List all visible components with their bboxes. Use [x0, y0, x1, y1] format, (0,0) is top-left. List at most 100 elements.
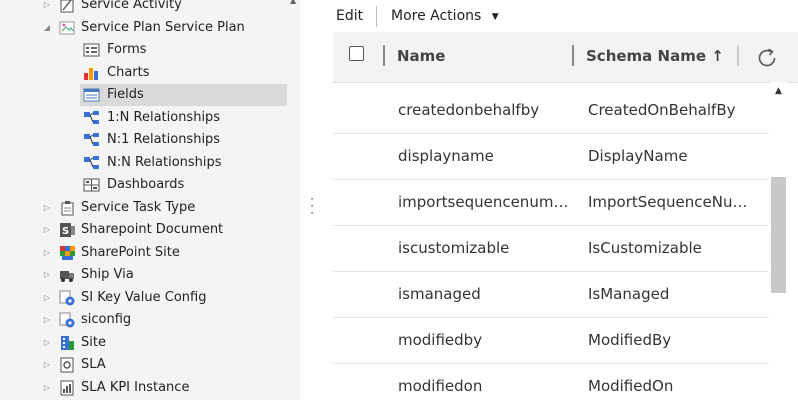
expand-triangle-icon[interactable]: ▷	[42, 354, 52, 376]
expand-triangle-icon[interactable]: ▷	[42, 332, 52, 354]
tree-item[interactable]: ▷ SharePoint Site	[0, 242, 300, 264]
column-header-name[interactable]: Name	[397, 32, 445, 82]
tree-item[interactable]: ▷ Ship Via	[0, 264, 300, 286]
caret-down-icon: ▼	[491, 12, 499, 22]
broken-image-icon	[59, 20, 76, 36]
clipboard-icon	[59, 200, 76, 216]
tree-item[interactable]: ▷ siconfig	[0, 309, 300, 331]
cell-name: ismanaged	[398, 285, 481, 303]
table-row[interactable]: createdonbehalfby CreatedOnBehalfBy	[333, 87, 769, 134]
expand-triangle-icon[interactable]: ▷	[42, 264, 52, 286]
scrollbar-thumb[interactable]	[771, 177, 786, 293]
cell-schema-name: ModifiedBy	[588, 331, 672, 349]
tree-item-label: Dashboards	[107, 177, 185, 192]
tree-item[interactable]: Fields	[0, 84, 300, 106]
table-row[interactable]: iscustomizable IsCustomizable	[333, 225, 769, 272]
tree-item[interactable]: ▷ SLA	[0, 354, 300, 376]
expand-triangle-icon[interactable]: ▷	[42, 242, 52, 264]
tree-item-label: Service Activity	[81, 0, 182, 12]
command-bar: Edit More Actions ▼	[333, 0, 798, 32]
tree-item-label: N:1 Relationships	[107, 132, 221, 147]
tree-item-label: SharePoint Site	[81, 244, 180, 260]
select-all-checkbox[interactable]	[349, 46, 364, 61]
service-activity-icon	[59, 0, 76, 13]
sharepoint-site-icon	[59, 245, 76, 261]
truck-icon	[59, 267, 76, 283]
table-row[interactable]: displayname DisplayName	[333, 133, 769, 180]
tree-item[interactable]: ▷ S Sharepoint Document	[0, 219, 300, 241]
cell-name: displayname	[398, 147, 494, 165]
column-divider	[383, 45, 385, 66]
tree-item[interactable]: ▷ SLA KPI Instance	[0, 377, 300, 399]
cell-schema-name: ImportSequenceNumber	[588, 193, 758, 211]
dashboards-icon	[83, 177, 100, 193]
forms-icon	[83, 42, 100, 58]
cell-schema-name: IsCustomizable	[588, 239, 702, 257]
tree-item-label: Forms	[107, 42, 147, 57]
tree-item[interactable]: ▷ Site	[0, 332, 300, 354]
cell-name: iscustomizable	[398, 239, 510, 257]
tree-item[interactable]: ◢ Service Plan Service Plan	[0, 17, 300, 39]
tree-item-label: SLA	[81, 357, 106, 372]
expand-triangle-icon[interactable]: ▷	[42, 197, 52, 219]
tree-item[interactable]: Forms	[0, 39, 300, 61]
tree-item-label: Service Task Type	[81, 199, 196, 215]
expand-triangle-icon[interactable]: ▷	[42, 287, 52, 309]
site-building-icon	[59, 335, 76, 351]
expand-triangle-icon[interactable]: ▷	[42, 0, 52, 16]
tree-item-label: Site	[81, 334, 106, 350]
grid-scrollbar[interactable]: ▲	[770, 82, 787, 400]
table-row[interactable]: ismanaged IsManaged	[333, 271, 769, 318]
table-row[interactable]: modifiedby ModifiedBy	[333, 317, 769, 364]
expand-triangle-icon[interactable]: ▷	[42, 377, 52, 399]
tree-item[interactable]: ▷ SI Key Value Config	[0, 287, 300, 309]
tree-item[interactable]: N:N Relationships	[0, 152, 300, 174]
tree-item[interactable]: ▷ Service Activity	[0, 0, 300, 16]
table-row[interactable]: modifiedon ModifiedOn	[333, 363, 769, 400]
tree-item[interactable]: Charts	[0, 62, 300, 84]
fields-icon	[83, 87, 100, 103]
config-gear-icon	[59, 290, 76, 306]
expand-triangle-icon[interactable]: ▷	[42, 309, 52, 331]
collapse-triangle-icon[interactable]: ◢	[42, 17, 52, 39]
edit-button[interactable]: Edit	[336, 0, 363, 32]
tree-item-label: 1:N Relationships	[107, 109, 221, 125]
cell-name: importsequencenumber	[398, 193, 576, 211]
toolbar-divider	[376, 6, 377, 27]
tree-item-label: N:N Relationships	[107, 154, 222, 170]
charts-icon	[83, 65, 100, 81]
cell-schema-name: IsManaged	[588, 285, 670, 303]
table-row[interactable]: importsequencenumber ImportSequenceNumber	[333, 179, 769, 226]
tree-item-label: SI Key Value Config	[81, 289, 207, 305]
many-to-many-relationship-icon	[83, 155, 100, 171]
tree-item-label: Sharepoint Document	[81, 222, 224, 237]
cell-schema-name: ModifiedOn	[588, 377, 674, 395]
tree-item[interactable]: Dashboards	[0, 174, 300, 196]
more-actions-button[interactable]: More Actions ▼	[391, 0, 499, 32]
sla-kpi-icon	[59, 380, 76, 396]
expand-triangle-icon[interactable]: ▷	[42, 219, 52, 241]
refresh-icon[interactable]	[755, 46, 779, 70]
cell-name: createdonbehalfby	[398, 101, 540, 119]
tree-item-label: SLA KPI Instance	[81, 379, 190, 395]
grid-header: Name Schema Name ↑	[333, 32, 798, 83]
cell-name: modifiedby	[398, 331, 483, 349]
tree-item[interactable]: ▷ Service Task Type	[0, 197, 300, 219]
tree-item-label: Charts	[107, 64, 150, 80]
one-to-many-relationship-icon	[83, 110, 100, 126]
cell-schema-name: DisplayName	[588, 147, 688, 165]
column-header-schema-name[interactable]: Schema Name ↑	[586, 32, 724, 82]
scroll-up-arrow-icon[interactable]: ▲	[770, 84, 787, 98]
many-to-one-relationship-icon	[83, 132, 100, 148]
grid-body: createdonbehalfby CreatedOnBehalfBy displa…	[333, 82, 769, 400]
tree-item[interactable]: 1:N Relationships	[0, 107, 300, 129]
tree-item-label: Ship Via	[81, 267, 134, 282]
column-divider[interactable]	[572, 45, 574, 66]
pane-splitter-handle[interactable]: · · ·	[310, 193, 314, 219]
tree-item[interactable]: N:1 Relationships	[0, 129, 300, 151]
column-divider	[737, 45, 739, 66]
config-gear-icon	[59, 312, 76, 328]
cell-schema-name: CreatedOnBehalfBy	[588, 101, 736, 119]
entity-tree: ▲ ▷ Service Activity ◢ Service Plan Service…	[0, 0, 300, 400]
more-actions-label: More Actions	[391, 8, 482, 24]
